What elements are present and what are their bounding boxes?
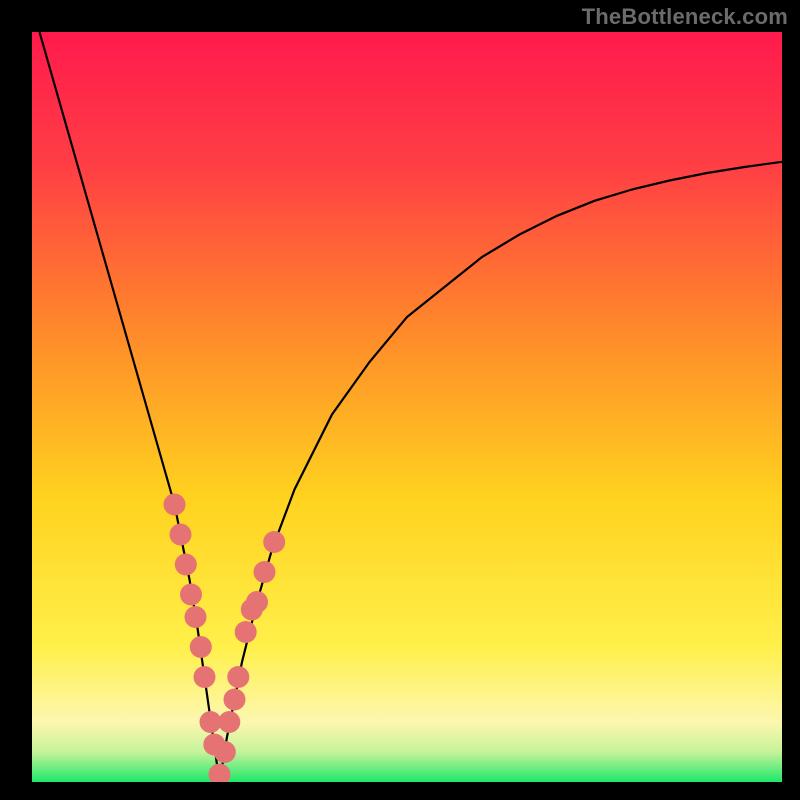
data-markers [164, 494, 286, 783]
data-marker [263, 531, 285, 553]
data-marker [194, 666, 216, 688]
data-marker [209, 764, 231, 783]
data-marker [170, 524, 192, 546]
data-marker [224, 689, 246, 711]
data-marker [190, 636, 212, 658]
curve-line [40, 32, 783, 782]
chart-frame: TheBottleneck.com [0, 0, 800, 800]
data-marker [164, 494, 186, 516]
data-marker [175, 554, 197, 576]
data-marker [185, 606, 207, 628]
data-marker [227, 666, 249, 688]
data-marker [200, 711, 222, 733]
data-marker [214, 741, 236, 763]
data-marker [218, 711, 240, 733]
data-marker [180, 584, 202, 606]
data-marker [254, 561, 276, 583]
watermark-text: TheBottleneck.com [582, 4, 788, 30]
data-marker [246, 591, 268, 613]
bottleneck-curve [32, 32, 782, 782]
data-marker [235, 621, 257, 643]
plot-area [32, 32, 782, 782]
